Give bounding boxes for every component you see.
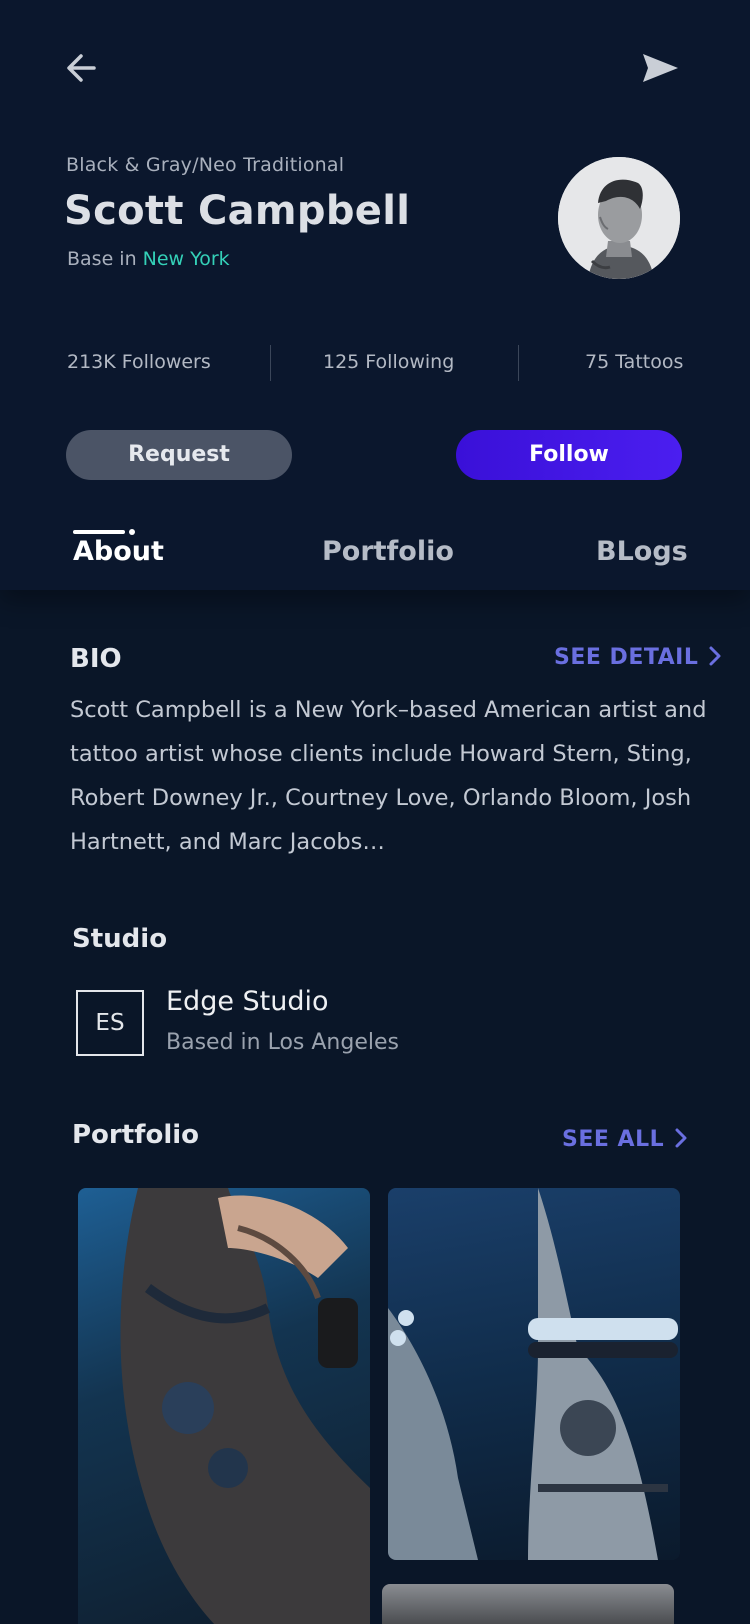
artist-name: Scott Campbell	[64, 188, 411, 234]
see-all-label: SEE ALL	[562, 1127, 665, 1152]
followers-count[interactable]: 213K Followers	[67, 351, 211, 373]
studio-name[interactable]: Edge Studio	[166, 986, 329, 1017]
stat-divider	[270, 345, 271, 381]
avatar[interactable]	[558, 157, 680, 279]
back-arrow-icon[interactable]	[64, 50, 104, 86]
tab-portfolio[interactable]: Portfolio	[322, 536, 454, 567]
portfolio-photo[interactable]	[382, 1584, 674, 1624]
artist-location: Base in New York	[67, 248, 230, 270]
profile-stats: 213K Followers 125 Following 75 Tattoos	[67, 345, 683, 385]
tab-about[interactable]: About	[73, 536, 164, 567]
base-city-link[interactable]: New York	[143, 248, 230, 270]
send-icon[interactable]	[640, 50, 680, 86]
following-count[interactable]: 125 Following	[323, 351, 454, 373]
base-prefix: Base in	[67, 248, 137, 270]
follow-button[interactable]: Follow	[456, 430, 682, 480]
studio-location: Based in Los Angeles	[166, 1030, 399, 1055]
request-button[interactable]: Request	[66, 430, 292, 480]
artist-style: Black & Gray/Neo Traditional	[66, 154, 345, 176]
active-tab-indicator	[73, 530, 125, 534]
see-all-link[interactable]: SEE ALL	[562, 1127, 688, 1152]
profile-header	[0, 0, 750, 590]
see-detail-label: SEE DETAIL	[554, 645, 699, 670]
chevron-right-icon	[709, 646, 721, 666]
tab-blogs[interactable]: BLogs	[596, 536, 688, 567]
tattoos-count[interactable]: 75 Tattoos	[585, 351, 683, 373]
portfolio-photo[interactable]	[388, 1188, 680, 1560]
studio-title: Studio	[72, 924, 168, 954]
portfolio-title: Portfolio	[72, 1120, 200, 1150]
portfolio-photo[interactable]	[78, 1188, 370, 1624]
bio-text: Scott Campbell is a New York–based Ameri…	[70, 697, 707, 855]
stat-divider	[518, 345, 519, 381]
chevron-right-icon	[675, 1128, 687, 1148]
see-detail-link[interactable]: SEE DETAIL	[554, 645, 722, 670]
bio-title: BIO	[70, 644, 122, 674]
active-tab-dot	[129, 529, 135, 535]
studio-logo[interactable]: ES	[76, 990, 144, 1056]
